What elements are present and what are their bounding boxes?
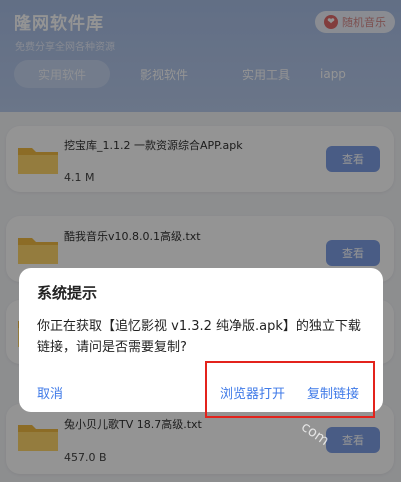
dialog-message: 你正在获取【追忆影视 v1.3.2 纯净版.apk】的独立下载链接，请问是否需要…	[37, 319, 361, 355]
dialog-title: 系统提示	[37, 284, 98, 302]
cancel-button[interactable]: 取消	[37, 383, 63, 402]
highlight-box	[205, 361, 375, 418]
